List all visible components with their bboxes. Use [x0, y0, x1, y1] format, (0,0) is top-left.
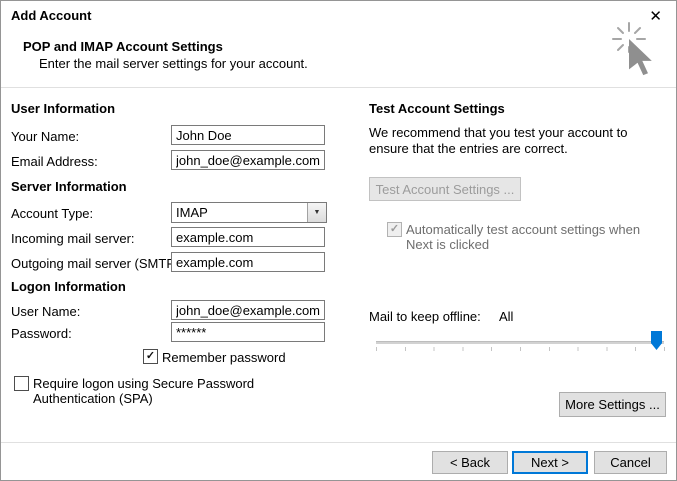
incoming-server-label: Incoming mail server: [11, 231, 135, 246]
your-name-input[interactable] [171, 125, 325, 145]
window-title: Add Account [11, 8, 92, 23]
spa-checkbox[interactable] [14, 376, 29, 391]
back-button[interactable]: < Back [432, 451, 508, 474]
email-address-label: Email Address: [11, 154, 98, 169]
user-name-input[interactable] [171, 300, 325, 320]
test-account-settings-heading: Test Account Settings [369, 101, 505, 116]
email-address-input[interactable] [171, 150, 325, 170]
chevron-down-icon[interactable]: ▼ [307, 203, 326, 222]
outgoing-server-input[interactable] [171, 252, 325, 272]
incoming-server-input[interactable] [171, 227, 325, 247]
logon-information-heading: Logon Information [11, 279, 126, 294]
offline-slider-track[interactable] [376, 341, 664, 344]
outgoing-server-label: Outgoing mail server (SMTP): [11, 256, 183, 271]
password-label: Password: [11, 326, 72, 341]
remember-password-label[interactable]: Remember password [162, 350, 286, 365]
checkmark-icon: ✓ [145, 349, 156, 362]
header-divider [1, 87, 676, 88]
account-type-label: Account Type: [11, 206, 94, 221]
account-type-value: IMAP [176, 205, 208, 220]
mail-offline-label: Mail to keep offline: [369, 309, 481, 324]
test-account-settings-button[interactable]: Test Account Settings ... [369, 177, 521, 201]
checkmark-icon: ✓ [389, 222, 400, 235]
user-name-label: User Name: [11, 304, 81, 319]
header-title: POP and IMAP Account Settings [23, 39, 223, 54]
footer-divider [1, 442, 676, 443]
test-description: We recommend that you test your account … [369, 125, 628, 156]
remember-password-checkbox[interactable]: ✓ [143, 349, 158, 364]
auto-test-checkbox[interactable]: ✓ [387, 222, 402, 237]
auto-test-label: Automatically test account settings when… [406, 222, 641, 252]
next-button[interactable]: Next > [512, 451, 588, 474]
add-account-dialog: Add Account ✕ POP and IMAP Account Setti… [0, 0, 677, 481]
cancel-button[interactable]: Cancel [594, 451, 667, 474]
wizard-sparkle-cursor-icon [612, 22, 652, 76]
your-name-label: Your Name: [11, 129, 80, 144]
server-information-heading: Server Information [11, 179, 127, 194]
user-information-heading: User Information [11, 101, 116, 116]
spa-label[interactable]: Require logon using Secure Password Auth… [33, 376, 333, 406]
offline-slider-ticks [376, 347, 665, 351]
more-settings-button[interactable]: More Settings ... [559, 392, 666, 417]
mail-offline-value: All [499, 309, 514, 324]
account-type-select[interactable]: IMAP ▼ [171, 202, 327, 223]
password-input[interactable] [171, 322, 325, 342]
header-subtitle: Enter the mail server settings for your … [39, 56, 308, 71]
